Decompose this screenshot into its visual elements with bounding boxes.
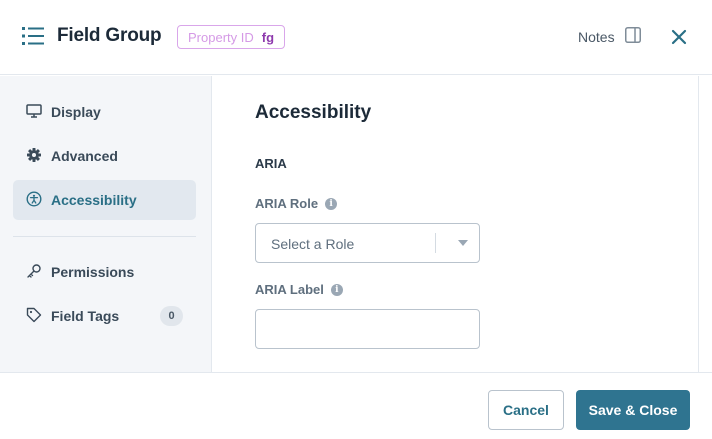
aria-label-label: ARIA Label i: [255, 282, 343, 297]
aria-role-placeholder: Select a Role: [271, 236, 355, 252]
modal-header: Field Group Property ID fg Notes: [0, 0, 712, 75]
accessibility-icon: [26, 190, 42, 210]
cancel-button[interactable]: Cancel: [488, 390, 564, 430]
select-separator: [435, 233, 436, 253]
sidebar-divider: [13, 236, 196, 237]
panel-toggle-icon: [624, 27, 641, 46]
list-icon: [22, 26, 44, 46]
sidebar-item-advanced[interactable]: Advanced: [13, 136, 196, 176]
save-close-button[interactable]: Save & Close: [576, 390, 690, 430]
notes-label: Notes: [578, 28, 615, 45]
aria-label-input[interactable]: [255, 309, 480, 349]
property-id-value: fg: [261, 29, 275, 45]
content-scroll-border: [698, 76, 699, 372]
tag-icon: [26, 307, 42, 326]
monitor-icon: [26, 103, 42, 122]
aria-role-label-text: ARIA Role: [255, 196, 319, 211]
sidebar-item-label: Display: [51, 104, 101, 120]
sidebar-item-permissions[interactable]: Permissions: [13, 252, 196, 292]
settings-sidebar: Display Advanced Accessibility Permissio…: [0, 76, 212, 372]
section-title: Accessibility: [255, 102, 372, 123]
main-content: Accessibility ARIA ARIA Role i Select a …: [213, 76, 699, 372]
page-title: Field Group: [57, 25, 162, 46]
sidebar-item-accessibility[interactable]: Accessibility: [13, 180, 196, 220]
sidebar-item-label: Advanced: [51, 148, 118, 164]
sidebar-item-field-tags[interactable]: Field Tags 0: [13, 296, 196, 336]
modal-footer: Cancel Save & Close: [0, 372, 712, 439]
aria-label-label-text: ARIA Label: [255, 282, 324, 297]
aria-subheading: ARIA: [255, 156, 287, 171]
chevron-down-icon[interactable]: [458, 240, 468, 246]
gear-icon: [26, 147, 42, 166]
field-tags-count-badge: 0: [160, 306, 183, 326]
sidebar-item-label: Field Tags: [51, 308, 120, 324]
sidebar-item-label: Permissions: [51, 264, 135, 280]
property-id-label: Property ID: [188, 29, 254, 45]
key-icon: [26, 263, 42, 282]
info-icon[interactable]: i: [330, 283, 343, 296]
info-icon[interactable]: i: [325, 197, 338, 210]
aria-role-label: ARIA Role i: [255, 196, 338, 211]
notes-button[interactable]: Notes: [578, 27, 641, 46]
sidebar-item-display[interactable]: Display: [13, 92, 196, 132]
aria-role-select[interactable]: Select a Role: [255, 223, 480, 263]
sidebar-item-label: Accessibility: [51, 192, 137, 208]
close-icon[interactable]: [669, 27, 689, 47]
property-id-badge: Property ID fg: [177, 25, 286, 49]
